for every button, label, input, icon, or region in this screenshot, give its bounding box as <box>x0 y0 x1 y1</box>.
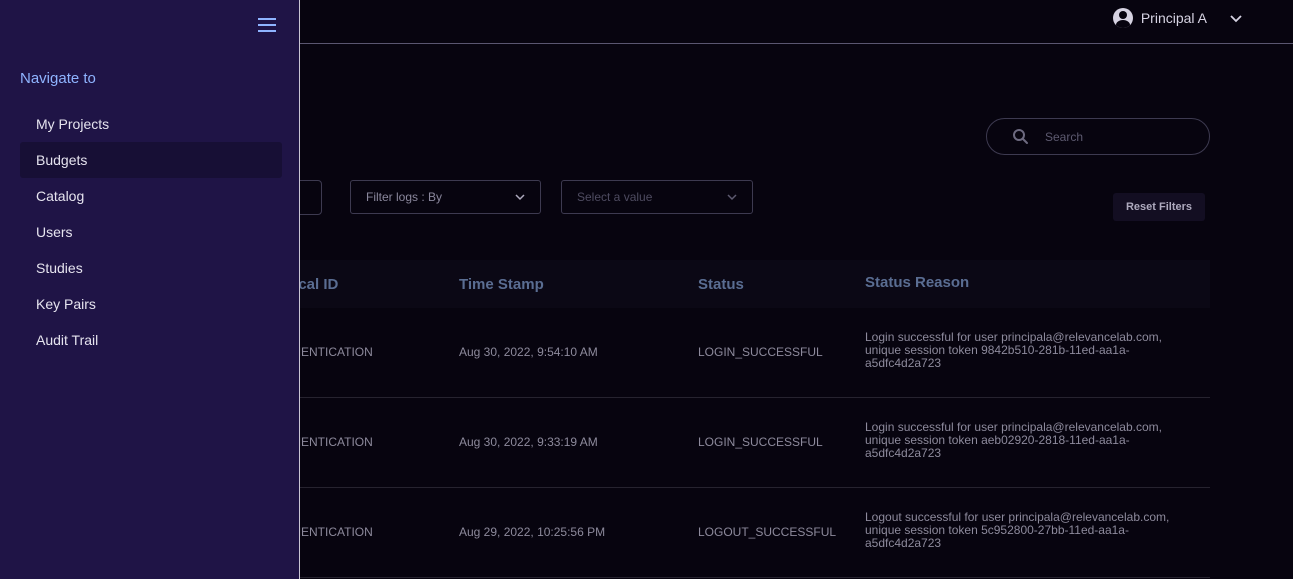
column-header-time-stamp[interactable]: Time Stamp <box>459 276 544 293</box>
filter-by-placeholder: Filter logs : By <box>366 190 443 204</box>
user-avatar-icon <box>1112 8 1133 28</box>
user-name: Principal A <box>1140 10 1207 26</box>
search-box[interactable] <box>986 118 1210 155</box>
cell-status: LOGOUT_SUCCESSFUL <box>698 525 837 539</box>
chevron-down-icon <box>727 194 737 201</box>
sidebar-item-users[interactable]: Users <box>20 214 282 250</box>
cell-status: LOGIN_SUCCESSFUL <box>698 435 823 449</box>
filter-by-select[interactable]: Filter logs : By <box>350 180 541 214</box>
chevron-down-icon[interactable] <box>1229 11 1243 25</box>
cell-timestamp: Aug 30, 2022, 9:33:19 AM <box>459 435 598 449</box>
cell-timestamp: Aug 29, 2022, 10:25:56 PM <box>459 525 606 539</box>
search-icon <box>1013 129 1028 144</box>
reason-line: a5dfc4d2a723 <box>865 356 942 370</box>
nav-list: My Projects Budgets Catalog Users Studie… <box>20 106 282 358</box>
cell-status-reason: Login successful for user principala@rel… <box>865 331 1185 370</box>
cell-timestamp: Aug 30, 2022, 9:54:10 AM <box>459 345 598 359</box>
sidebar-item-budgets[interactable]: Budgets <box>20 142 282 178</box>
reset-filters-button[interactable]: Reset Filters <box>1113 193 1205 221</box>
user-menu[interactable]: Principal A <box>1112 6 1243 30</box>
sidebar-item-catalog[interactable]: Catalog <box>20 178 282 214</box>
audit-table: gical ID Time Stamp Status Status Reason… <box>230 260 1210 578</box>
filter-value-select[interactable]: Select a value <box>561 180 753 214</box>
reason-line: a5dfc4d2a723 <box>865 446 942 460</box>
cell-status-reason: Logout successful for user principala@re… <box>865 511 1185 550</box>
sidebar-drawer: Navigate to My Projects Budgets Catalog … <box>0 0 300 579</box>
reason-line: a5dfc4d2a723 <box>865 536 942 550</box>
sidebar-item-audit-trail[interactable]: Audit Trail <box>20 322 282 358</box>
filter-value-placeholder: Select a value <box>577 190 653 204</box>
table-row[interactable]: THENTICATION Aug 30, 2022, 9:54:10 AM LO… <box>230 308 1210 398</box>
table-row[interactable]: THENTICATION Aug 30, 2022, 9:33:19 AM LO… <box>230 398 1210 488</box>
sidebar-item-my-projects[interactable]: My Projects <box>20 106 282 142</box>
hamburger-menu-icon[interactable] <box>258 17 276 33</box>
sidebar-item-key-pairs[interactable]: Key Pairs <box>20 286 282 322</box>
cell-status-reason: Login successful for user principala@rel… <box>865 421 1185 460</box>
table-header: gical ID Time Stamp Status Status Reason <box>230 260 1210 308</box>
column-header-status[interactable]: Status <box>698 276 744 293</box>
cell-status: LOGIN_SUCCESSFUL <box>698 345 823 359</box>
chevron-down-icon <box>515 194 525 201</box>
search-input[interactable] <box>1045 129 1195 144</box>
sidebar-item-studies[interactable]: Studies <box>20 250 282 286</box>
table-row[interactable]: THENTICATION Aug 29, 2022, 10:25:56 PM L… <box>230 488 1210 578</box>
nav-title: Navigate to <box>20 70 96 87</box>
column-header-status-reason[interactable]: Status Reason <box>865 275 1185 290</box>
